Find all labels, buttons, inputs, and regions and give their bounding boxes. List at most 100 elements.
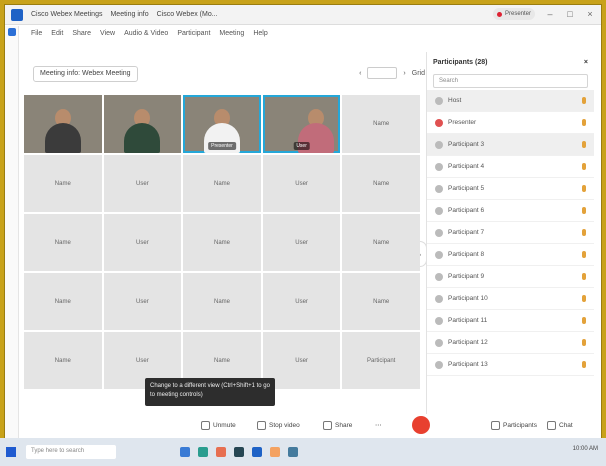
menu-edit[interactable]: Edit [51, 30, 63, 37]
participants-button[interactable]: Participants [486, 417, 542, 433]
participant-tile[interactable]: User [262, 155, 341, 212]
participant-row[interactable]: Participant 3 [427, 134, 594, 156]
layout-button[interactable]: Grid [412, 70, 425, 77]
participant-tile[interactable]: User [103, 214, 182, 271]
menu-audio-video[interactable]: Audio & Video [124, 30, 168, 37]
menu-participant[interactable]: Participant [177, 30, 210, 37]
participant-tile[interactable]: Name [342, 214, 420, 271]
status-dot [497, 11, 502, 17]
participant-row[interactable]: Participant 9 [427, 266, 594, 288]
participants-label: Participants [503, 421, 537, 429]
participant-list: Host Presenter Participant 3 Participant 4 P… [427, 90, 594, 376]
participant-tile[interactable]: Name [342, 95, 420, 153]
avatar [435, 206, 443, 215]
participant-name: Participant 3 [448, 141, 485, 148]
title-tab-2[interactable]: Meeting info [110, 11, 148, 18]
page-indicator [367, 67, 398, 79]
more-options-button[interactable]: ⋯ [370, 417, 387, 433]
chat-button[interactable]: Chat [542, 417, 578, 433]
video-tile[interactable] [103, 95, 182, 153]
participant-name: Participant 7 [448, 229, 485, 236]
title-tab-1[interactable]: Cisco Webex Meetings [31, 11, 102, 18]
app-icon[interactable] [252, 447, 262, 457]
participant-tile[interactable]: Name [342, 273, 420, 330]
chat-label: Chat [559, 421, 573, 429]
video-tile-active-speaker[interactable]: Presenter [183, 95, 261, 153]
participant-tile[interactable]: User [262, 214, 341, 271]
participant-row[interactable]: Participant 6 [427, 200, 594, 222]
share-label: Share [335, 421, 353, 429]
microphone-icon [582, 207, 586, 214]
participant-name: Participant 11 [448, 317, 488, 324]
participant-tile[interactable]: Name [24, 214, 102, 271]
view-tooltip: Change to a different view (Ctrl+Shift+1… [145, 378, 275, 406]
menu-share[interactable]: Share [72, 30, 91, 37]
app-icon[interactable] [216, 447, 226, 457]
participant-row[interactable]: Participant 7 [427, 222, 594, 244]
participant-tile[interactable]: User [262, 273, 341, 330]
unmute-label: Unmute [213, 421, 236, 429]
microphone-icon [582, 339, 586, 346]
share-button[interactable]: Share [318, 417, 357, 433]
participant-tile[interactable]: Name [24, 273, 102, 330]
participant-row[interactable]: Participant 10 [427, 288, 594, 310]
more-icon: ⋯ [375, 422, 382, 429]
minimize-button[interactable]: – [545, 9, 555, 19]
menu-file[interactable]: File [31, 30, 42, 37]
menu-view[interactable]: View [100, 30, 115, 37]
clock[interactable]: 10:00 AM [573, 446, 598, 452]
participant-row[interactable]: Host [427, 90, 594, 112]
participant-tile[interactable]: User [103, 273, 182, 330]
user-menu[interactable]: Presenter [493, 8, 535, 20]
app-icon[interactable] [288, 447, 298, 457]
video-tile[interactable]: User [262, 95, 341, 153]
participant-tile[interactable]: Name [183, 214, 261, 271]
participant-name: Participant 4 [448, 163, 485, 170]
participant-tile[interactable]: Participant [342, 332, 420, 389]
stop-video-label: Stop video [269, 421, 300, 429]
participant-search-input[interactable]: Search [433, 74, 588, 88]
participant-row[interactable]: Presenter [427, 112, 594, 134]
microphone-icon [582, 295, 586, 302]
app-icon[interactable] [198, 447, 208, 457]
participant-row[interactable]: Participant 11 [427, 310, 594, 332]
people-icon [491, 420, 500, 430]
app-icon[interactable] [270, 447, 280, 457]
video-tile[interactable] [24, 95, 102, 153]
unmute-button[interactable]: Unmute [196, 417, 241, 433]
avatar [435, 118, 443, 127]
menu-help[interactable]: Help [253, 30, 267, 37]
participant-name: Participant 10 [448, 295, 488, 302]
participant-tile[interactable]: Name [24, 155, 102, 212]
participant-row[interactable]: Participant 8 [427, 244, 594, 266]
close-button[interactable]: × [585, 9, 595, 19]
start-icon[interactable] [6, 447, 16, 457]
app-icon[interactable] [180, 447, 190, 457]
panel-title: Participants (28) [433, 58, 488, 66]
participant-tile[interactable]: Name [183, 273, 261, 330]
participant-row[interactable]: Participant 12 [427, 332, 594, 354]
end-call-button[interactable] [412, 416, 430, 434]
participant-tile[interactable]: Name [342, 155, 420, 212]
page-next-icon[interactable]: › [403, 70, 405, 77]
title-bar: Cisco Webex Meetings Meeting info Cisco … [5, 5, 601, 25]
maximize-button[interactable]: □ [565, 9, 575, 19]
app-icon[interactable] [234, 447, 244, 457]
participant-tile[interactable]: Name [24, 332, 102, 389]
menu-meeting[interactable]: Meeting [219, 30, 244, 37]
participant-row[interactable]: Participant 5 [427, 178, 594, 200]
close-panel-icon[interactable]: × [584, 59, 588, 66]
stop-video-button[interactable]: Stop video [252, 417, 305, 433]
participant-tile[interactable]: User [103, 155, 182, 212]
taskbar-search-input[interactable]: Type here to search [26, 445, 116, 459]
participant-row[interactable]: Participant 4 [427, 156, 594, 178]
microphone-icon [201, 420, 210, 430]
title-tab-3[interactable]: Cisco Webex (Mo... [157, 11, 218, 18]
meeting-info-button[interactable]: Meeting info: Webex Meeting [33, 66, 138, 82]
user-label: Presenter [505, 11, 532, 17]
page-prev-icon[interactable]: ‹ [359, 70, 361, 77]
microphone-icon [582, 229, 586, 236]
participant-row[interactable]: Participant 13 [427, 354, 594, 376]
video-name-tag: Presenter [208, 142, 236, 150]
participant-tile[interactable]: Name [183, 155, 261, 212]
